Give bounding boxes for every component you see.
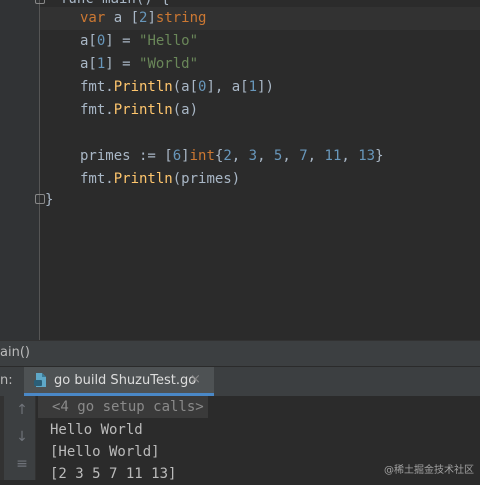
code-token: Println (113, 102, 173, 118)
go-file-icon (34, 373, 46, 387)
code-token: 1 (248, 79, 258, 95)
code-token: ], a[ (206, 79, 249, 95)
code-token: (primes) (172, 171, 241, 187)
code-token: "Hello" (139, 33, 199, 49)
code-token: string (155, 10, 207, 26)
code-area[interactable]: func main() { var a [2]stringa[0] = "Hel… (0, 0, 480, 340)
watermark: @稀土掘金技术社区 (384, 465, 474, 476)
code-token: } (375, 148, 384, 164)
code-token: var (80, 10, 106, 26)
code-token: 6 (172, 148, 182, 164)
console-setup-calls[interactable]: <4 go setup calls> (38, 396, 208, 418)
code-token: , (231, 148, 249, 164)
code-token: primes := [ (80, 148, 173, 164)
code-line: fmt.Println(a[0], a[1]) (80, 76, 274, 99)
code-token: 2 (223, 148, 232, 164)
code-token: 3 (248, 148, 258, 164)
code-token: , (257, 148, 274, 164)
run-tab-bar: n: go build ShuzuTest.go × (0, 366, 480, 396)
closing-brace: } (45, 192, 54, 208)
console-output-line: Hello World (50, 422, 143, 438)
code-token: (a) (172, 102, 199, 118)
breadcrumb-item-main[interactable]: ain() (0, 345, 30, 360)
code-token: 13 (358, 148, 376, 164)
code-token: ] = (105, 33, 140, 49)
console-toolbar: ↑ ↓ ≡ (0, 396, 36, 480)
code-token: Println (113, 79, 173, 95)
code-token: int (189, 148, 215, 164)
code-token: ] (181, 148, 190, 164)
code-line: var a [2]string (40, 7, 480, 30)
code-token: a [ (105, 10, 140, 26)
code-token: (a[ (172, 79, 199, 95)
code-token: ] (147, 10, 156, 26)
code-token: a[ (80, 33, 97, 49)
close-icon[interactable]: × (190, 372, 201, 387)
breadcrumb[interactable]: ain() (0, 340, 480, 366)
code-token: fmt. (80, 102, 114, 118)
code-line: fmt.Println(primes) (80, 168, 240, 191)
code-token: fmt. (80, 79, 114, 95)
code-token: fmt. (80, 171, 114, 187)
code-token: 7 (299, 148, 308, 164)
code-token: 11 (324, 148, 342, 164)
run-tab-label: go build ShuzuTest.go (54, 373, 197, 388)
console-output-line: [2 3 5 7 11 13] (50, 466, 177, 482)
soft-wrap-icon[interactable]: ≡ (14, 456, 30, 472)
code-line: a[1] = "World" (80, 53, 198, 76)
code-token: a[ (80, 56, 97, 72)
arrow-up-icon[interactable]: ↑ (14, 402, 30, 418)
run-panel-label: n: (0, 373, 13, 388)
arrow-down-icon[interactable]: ↓ (14, 429, 30, 445)
code-token: "World" (139, 56, 199, 72)
code-token: , (282, 148, 300, 164)
toolbar-strip (0, 396, 4, 480)
code-token: ] = (105, 56, 140, 72)
console-output-line: [Hello World] (50, 444, 160, 460)
code-line: a[0] = "Hello" (80, 30, 198, 53)
code-editor[interactable]: func main() { var a [2]stringa[0] = "Hel… (0, 0, 480, 340)
code-line: fmt.Println(a) (80, 99, 198, 122)
code-token: , (307, 148, 325, 164)
code-token: ]) (257, 79, 274, 95)
run-console[interactable]: ↑ ↓ ≡ + <4 go setup calls> Hello World [… (0, 396, 480, 482)
code-token: Println (113, 171, 173, 187)
code-line: primes := [6]int{2, 3, 5, 7, 11, 13} (80, 145, 384, 168)
code-token: , (341, 148, 359, 164)
run-tab[interactable]: go build ShuzuTest.go × (24, 367, 214, 396)
